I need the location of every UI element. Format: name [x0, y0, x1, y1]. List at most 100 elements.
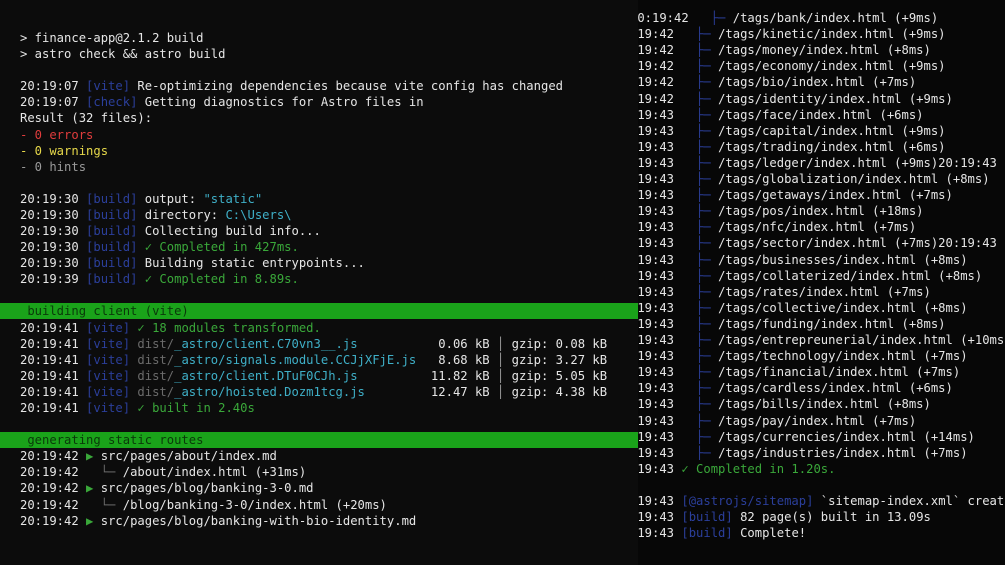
route-output-line: :19:42 ├─ /tags/economy/index.html (+9ms…: [638, 58, 1005, 74]
asset-size: 0.06 kB: [423, 336, 490, 351]
build-line: 20:19:30 [build] directory: C:\Users\: [20, 207, 292, 222]
route-output-line: :19:43 ├─ /tags/nfc/index.html (+7ms): [638, 219, 1005, 235]
timestamp: 20:19:42: [20, 465, 87, 480]
route-output-line: :19:43 ├─ /tags/globalization/index.html…: [638, 171, 1005, 187]
timestamp: 20:19:42: [20, 513, 87, 528]
timestamp: 20:19:41: [20, 336, 87, 351]
log-tag: [vite]: [86, 401, 138, 415]
timestamp: :19:42: [638, 59, 675, 74]
asset-gzip: gzip: 5.05 kB: [511, 368, 608, 383]
timestamp: :19:43: [638, 220, 675, 235]
log-line: 20:19:07 [vite] Re-optimizing dependenci…: [20, 79, 563, 94]
timestamp: :19:43: [638, 107, 675, 122]
route-output-line: :19:43 ├─ /tags/capital/index.html (+9ms…: [638, 123, 1005, 139]
pages-built-line: :19:43 [build] 82 page(s) built in 13.09…: [638, 509, 1005, 525]
timestamp: 20:19:41: [20, 384, 87, 399]
route-line: 20:19:42 ▶ src/pages/blog/banking-3-0.md: [20, 481, 314, 496]
route-output-line: :19:43 ├─ /tags/getaways/index.html (+7m…: [638, 187, 1005, 203]
asset-line: 20:19:41 [vite] dist/_astro/signals.modu…: [20, 352, 608, 367]
timestamp: 20:19:30: [20, 224, 87, 238]
route-line: 20:19:42 └─ /blog/banking-3-0/index.html…: [20, 497, 387, 512]
timestamp: :19:43: [638, 300, 675, 315]
terminal-pane-left[interactable]: > finance-app@2.1.2 build > astro check &…: [0, 0, 638, 565]
timestamp: 20:19:41: [20, 352, 87, 367]
route-output-line: :19:43 ├─ /tags/collective/index.html (+…: [638, 300, 1005, 316]
log-tag: [build]: [86, 240, 145, 255]
log-tag: [vite]: [86, 352, 138, 367]
route-output-line: :19:43 ├─ /tags/businesses/index.html (+…: [638, 252, 1005, 268]
vite-line: 20:19:41 [vite] ✓ 18 modules transformed…: [20, 320, 321, 335]
route-output-line: :19:43 ├─ /tags/trading/index.html (+6ms…: [638, 139, 1005, 155]
route-output-line: :19:43 ├─ /tags/sector/index.html (+7ms)…: [638, 235, 1005, 251]
route-output-line: :19:42 ├─ /tags/identity/index.html (+9m…: [638, 91, 1005, 107]
asset-file: _astro/client.DTuF0CJh.js: [174, 368, 424, 383]
timestamp: :19:42: [638, 27, 675, 42]
complete-line: :19:43 [build] Complete!: [638, 525, 1005, 541]
vite-line: 20:19:41 [vite] ✓ built in 2.40s: [20, 401, 255, 415]
timestamp: :19:43: [638, 284, 675, 299]
timestamp: :19:42: [638, 75, 675, 90]
route-output-line: :19:42 ├─ /tags/bio/index.html (+7ms): [638, 74, 1005, 90]
timestamp: 20:19:42: [20, 449, 87, 464]
route-line: 20:19:42 └─ /about/index.html (+31ms): [20, 465, 307, 480]
timestamp: 20:19:42: [638, 11, 689, 25]
asset-gzip: gzip: 4.38 kB: [511, 384, 608, 399]
log-tag: [build]: [86, 272, 145, 287]
timestamp: :19:43: [638, 381, 675, 396]
asset-line: 20:19:41 [vite] dist/_astro/hoisted.Dozm…: [20, 384, 608, 399]
timestamp: :19:43: [638, 365, 675, 380]
timestamp: :19:43: [638, 236, 675, 251]
timestamp: :19:43: [638, 397, 675, 412]
timestamp: :19:43: [638, 526, 675, 541]
timestamp: 20:19:41: [20, 401, 87, 415]
asset-size: 12.47 kB: [423, 384, 490, 399]
timestamp: :19:42: [638, 43, 675, 58]
timestamp: :19:43: [638, 445, 675, 460]
timestamp: 20:19:42: [20, 481, 87, 496]
route-output-line: :19:43 ├─ /tags/entrepreunerial/index.ht…: [638, 332, 1005, 348]
timestamp: :19:43: [638, 349, 675, 364]
terminal-pane-right[interactable]: 20:19:42 ├─ /tags/bank/index.html (+9ms)…: [638, 0, 1005, 565]
result-warnings: - 0 warnings: [20, 143, 109, 158]
timestamp: :19:43: [638, 188, 675, 203]
log-tag: [@astrojs/sitemap]: [681, 493, 814, 508]
log-tag: [vite]: [86, 79, 138, 94]
asset-gzip: gzip: 0.08 kB: [511, 336, 608, 351]
command-line: > finance-app@2.1.2 build: [20, 31, 204, 45]
timestamp: 20:19:30: [20, 207, 87, 222]
route-line: 20:19:42 ▶ src/pages/blog/banking-with-b…: [20, 513, 417, 528]
log-tag: [build]: [86, 256, 145, 271]
build-line: 20:19:30 [build] ✓ Completed in 427ms.: [20, 240, 299, 255]
completed-line: :19:43 ✓ Completed in 1.20s.: [638, 461, 1005, 477]
result-hints: - 0 hints: [20, 159, 87, 174]
command-line: > astro check && astro build: [20, 47, 226, 62]
route-output-line: :19:43 ├─ /tags/financial/index.html (+7…: [638, 364, 1005, 380]
timestamp: 20:19:30: [20, 240, 87, 255]
log-tag: [vite]: [86, 320, 138, 335]
log-tag: [vite]: [86, 384, 138, 399]
routes-banner: generating static routes: [0, 432, 638, 449]
asset-file: _astro/hoisted.Dozm1tcg.js: [174, 384, 424, 399]
route-output-line: :19:42 ├─ /tags/kinetic/index.html (+9ms…: [638, 26, 1005, 42]
client-banner: building client (vite): [0, 303, 638, 320]
result-title: Result (32 files):: [20, 111, 153, 126]
asset-size: 8.68 kB: [423, 352, 490, 367]
timestamp: :19:43: [638, 429, 675, 444]
log-tag: [build]: [681, 526, 733, 541]
log-tag: [build]: [681, 510, 733, 524]
route-output-line: :19:43 ├─ /tags/pay/index.html (+7ms): [638, 413, 1005, 429]
timestamp: :19:43: [638, 155, 675, 170]
route-output-line: :19:43 ├─ /tags/face/index.html (+6ms): [638, 107, 1005, 123]
asset-line: 20:19:41 [vite] dist/_astro/client.DTuF0…: [20, 368, 608, 383]
timestamp: 20:19:39: [20, 272, 87, 287]
asset-file: _astro/client.C70vn3__.js: [174, 336, 424, 351]
asset-line: 20:19:41 [vite] dist/_astro/client.C70vn…: [20, 336, 608, 351]
log-tag: [build]: [86, 224, 145, 238]
asset-gzip: gzip: 3.27 kB: [511, 352, 608, 367]
log-line: 20:19:07 [check] Getting diagnostics for…: [20, 95, 424, 110]
result-errors: - 0 errors: [20, 127, 94, 142]
build-line: 20:19:30 [build] output: "static": [20, 191, 263, 206]
timestamp: :19:43: [638, 252, 675, 267]
route-output-line: :19:43 ├─ /tags/currencies/index.html (+…: [638, 429, 1005, 445]
timestamp: 20:19:42: [20, 497, 87, 512]
